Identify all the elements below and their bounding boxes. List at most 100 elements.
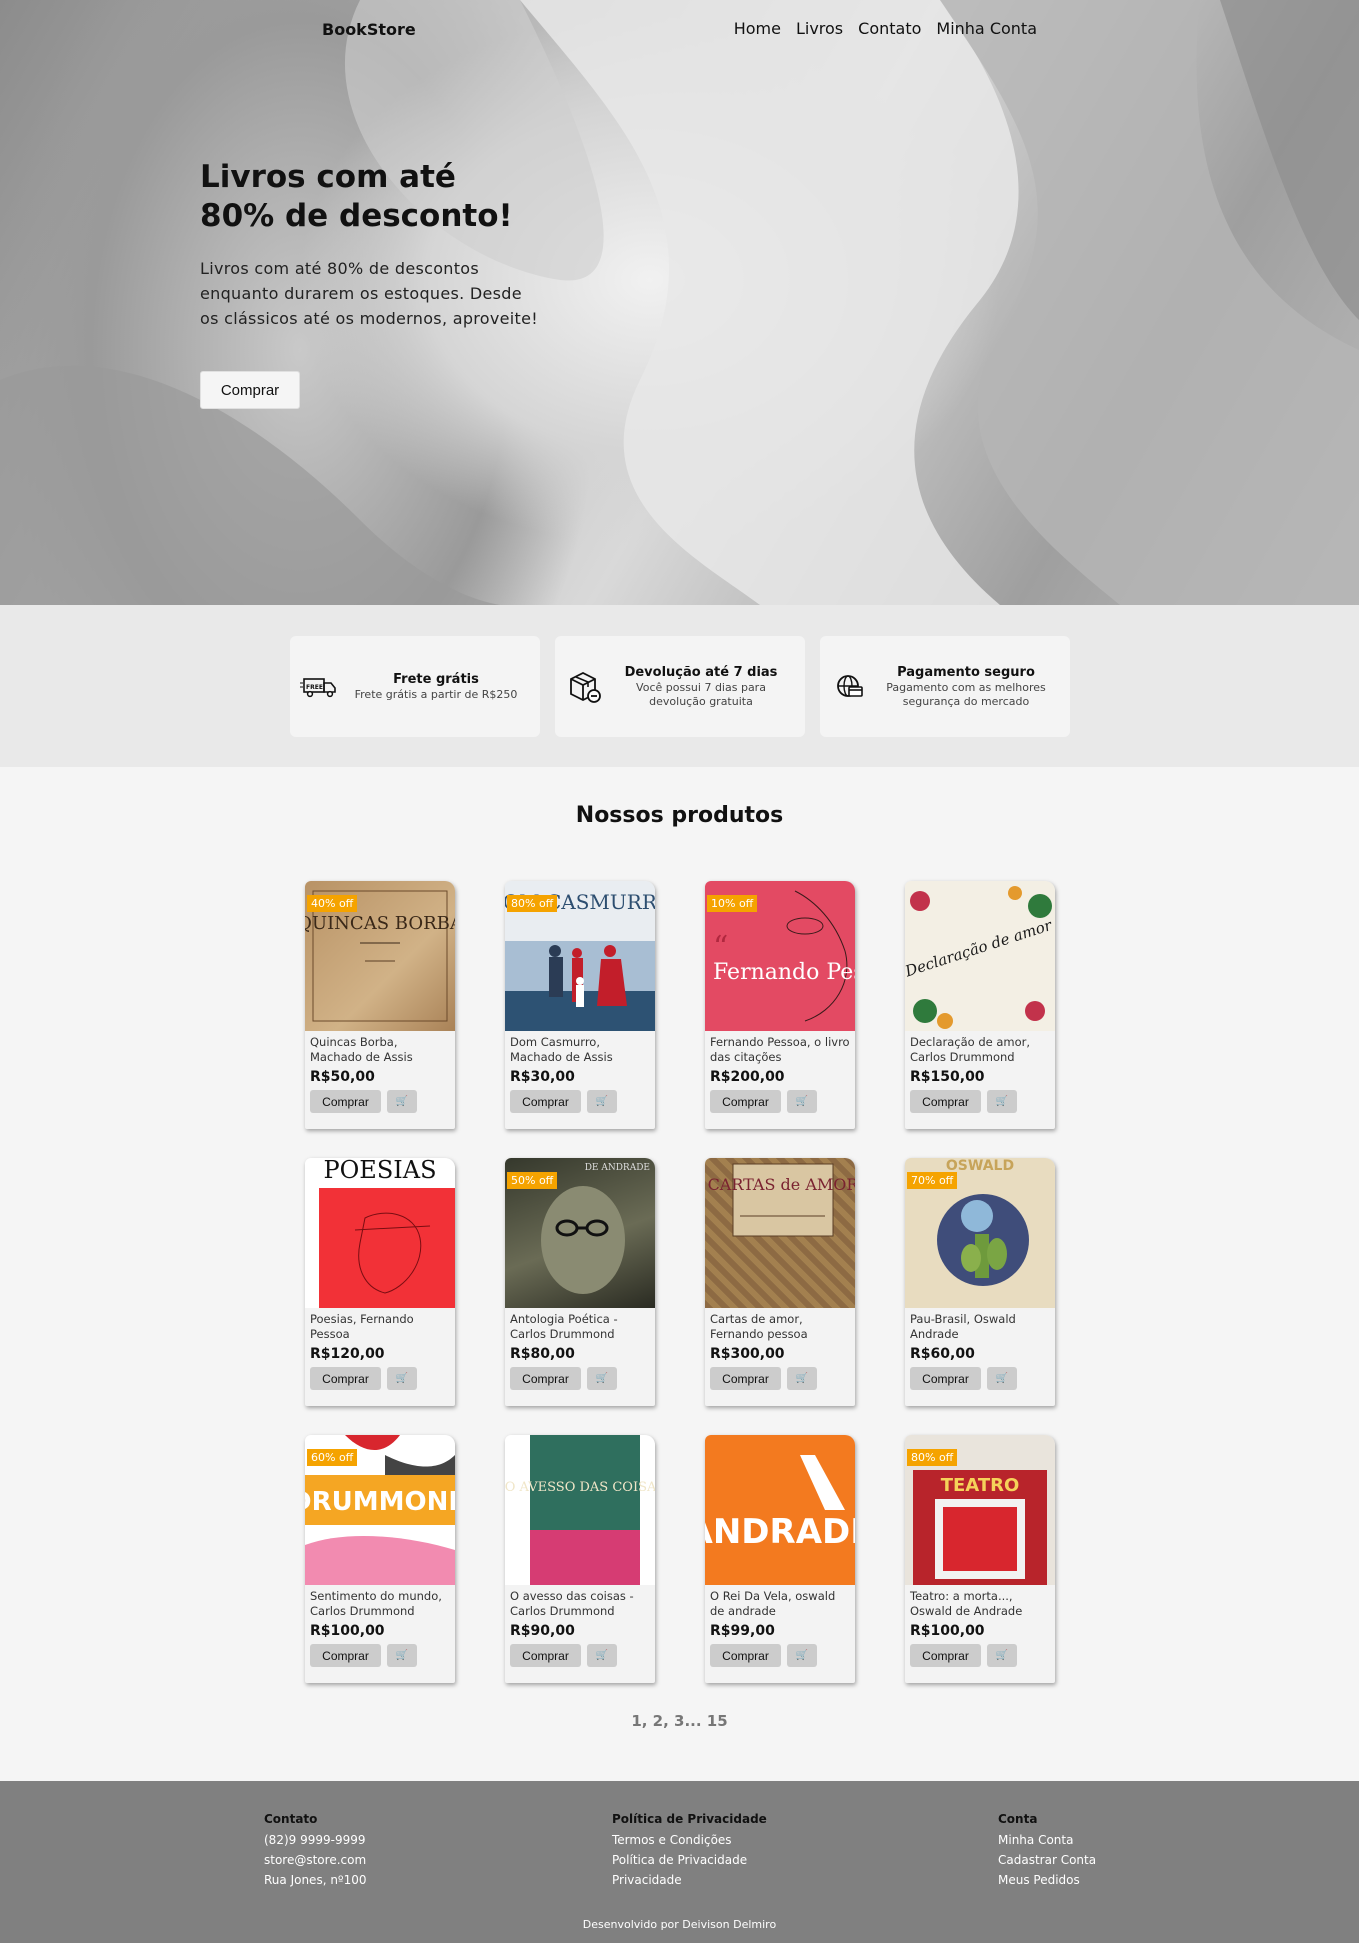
- footer-link-my-account[interactable]: Minha Conta: [998, 1830, 1096, 1850]
- product-card[interactable]: DRUMMOND 60% off Sentimento do mundo, Ca…: [305, 1435, 455, 1683]
- product-card[interactable]: Declaração de amor Declaração de amor, C…: [905, 881, 1055, 1129]
- hero-description: Livros com até 80% de descontos enquanto…: [200, 259, 538, 328]
- discount-badge: 70% off: [907, 1172, 958, 1189]
- book-cover-image[interactable]: ANDRADE: [705, 1435, 855, 1585]
- buy-button[interactable]: Comprar: [910, 1367, 981, 1390]
- cover-title: DE ANDRADE: [585, 1163, 650, 1173]
- footer-phone: (82)9 9999-9999: [264, 1833, 366, 1847]
- product-card[interactable]: TEATRO 80% off Teatro: a morta..., Oswal…: [905, 1435, 1055, 1683]
- buy-button[interactable]: Comprar: [710, 1367, 781, 1390]
- buy-button[interactable]: Comprar: [510, 1367, 581, 1390]
- product-name: Poesias, Fernando Pessoa: [310, 1312, 414, 1341]
- product-card[interactable]: POESIAS Poesias, Fernando Pessoa R$120,0…: [305, 1158, 455, 1406]
- product-card[interactable]: ANDRADE O Rei Da Vela, oswald de andrade…: [705, 1435, 855, 1683]
- product-name: Pau-Brasil, Oswald Andrade: [910, 1312, 1016, 1341]
- product-price: R$200,00: [710, 1069, 785, 1085]
- product-card[interactable]: DOM CASMURRO 80% off Dom Casmurro, Macha…: [505, 881, 655, 1129]
- book-cover-image[interactable]: QUINCAS BORBA 40% off: [305, 881, 455, 1031]
- add-to-cart-icon[interactable]: 🛒: [387, 1090, 417, 1113]
- product-name: Quincas Borba, Machado de Assis: [310, 1035, 413, 1064]
- feature-description: Pagamento com as melhores segurança do m…: [886, 680, 1046, 708]
- buy-button[interactable]: Comprar: [910, 1090, 981, 1113]
- buy-button[interactable]: Comprar: [710, 1090, 781, 1113]
- add-to-cart-icon[interactable]: 🛒: [987, 1644, 1017, 1667]
- feature-title: Frete grátis: [393, 671, 479, 687]
- book-cover-image[interactable]: TEATRO 80% off: [905, 1435, 1055, 1585]
- add-to-cart-icon[interactable]: 🛒: [387, 1367, 417, 1390]
- buy-button[interactable]: Comprar: [310, 1090, 381, 1113]
- buy-button[interactable]: Comprar: [510, 1090, 581, 1113]
- product-name: Dom Casmurro, Machado de Assis: [510, 1035, 613, 1064]
- buy-button[interactable]: Comprar: [910, 1644, 981, 1667]
- hero-buy-button[interactable]: Comprar: [200, 371, 300, 409]
- footer-email[interactable]: store@store.com: [264, 1850, 367, 1870]
- book-cover-image[interactable]: CARTAS de AMOR: [705, 1158, 855, 1308]
- product-card[interactable]: QUINCAS BORBA 40% off Quincas Borba, Mac…: [305, 881, 455, 1129]
- discount-badge: 50% off: [507, 1172, 558, 1189]
- product-name: Teatro: a morta..., Oswald de Andrade: [910, 1589, 1023, 1618]
- book-cover-image[interactable]: DRUMMOND 60% off: [305, 1435, 455, 1585]
- buy-button[interactable]: Comprar: [310, 1644, 381, 1667]
- feature-title: Devolução até 7 dias: [624, 664, 778, 680]
- footer-link-register[interactable]: Cadastrar Conta: [998, 1850, 1096, 1870]
- product-card[interactable]: O AVESSO DAS COISAS O avesso das coisas …: [505, 1435, 655, 1683]
- footer-credit: Desenvolvido por Deivison Delmiro: [582, 1918, 777, 1931]
- buy-button[interactable]: Comprar: [710, 1644, 781, 1667]
- footer-link-privacy-policy[interactable]: Política de Privacidade: [612, 1850, 767, 1870]
- discount-badge: 60% off: [307, 1449, 358, 1466]
- product-price: R$30,00: [510, 1069, 575, 1085]
- hero-banner: BookStore Home Livros Contato Minha Cont…: [0, 0, 1359, 605]
- book-cover-image[interactable]: O AVESSO DAS COISAS: [505, 1435, 655, 1585]
- footer-privacy-column: Política de Privacidade Termos e Condiçõ…: [612, 1812, 767, 1890]
- discount-badge: 80% off: [907, 1449, 958, 1466]
- discount-badge: 80% off: [507, 895, 558, 912]
- add-to-cart-icon[interactable]: 🛒: [787, 1367, 817, 1390]
- product-price: R$150,00: [910, 1069, 985, 1085]
- add-to-cart-icon[interactable]: 🛒: [787, 1090, 817, 1113]
- product-card[interactable]: CARTAS de AMOR Cartas de amor, Fernando …: [705, 1158, 855, 1406]
- book-cover-image[interactable]: Declaração de amor: [905, 881, 1055, 1031]
- add-to-cart-icon[interactable]: 🛒: [587, 1367, 617, 1390]
- add-to-cart-icon[interactable]: 🛒: [787, 1644, 817, 1667]
- cover-title: POESIAS: [323, 1158, 436, 1184]
- product-price: R$90,00: [510, 1623, 575, 1639]
- footer-column-title: Política de Privacidade: [612, 1812, 767, 1826]
- main-menu: Home Livros Contato Minha Conta: [734, 19, 1037, 38]
- nav-books-link[interactable]: Livros: [796, 19, 843, 38]
- buy-button[interactable]: Comprar: [310, 1367, 381, 1390]
- add-to-cart-icon[interactable]: 🛒: [387, 1644, 417, 1667]
- product-name: Fernando Pessoa, o livro das citações: [710, 1035, 850, 1064]
- nav-home-link[interactable]: Home: [734, 19, 781, 38]
- product-name: Sentimento do mundo, Carlos Drummond: [310, 1589, 442, 1618]
- book-cover-image[interactable]: POESIAS: [305, 1158, 455, 1308]
- products-title: Nossos produtos: [575, 803, 784, 828]
- feature-secure-payment: Pagamento seguro Pagamento com as melhor…: [820, 636, 1070, 737]
- product-name: Cartas de amor, Fernando pessoa: [710, 1312, 808, 1341]
- book-cover-image[interactable]: OSWALD 70% off: [905, 1158, 1055, 1308]
- add-to-cart-icon[interactable]: 🛒: [987, 1090, 1017, 1113]
- footer-link-orders[interactable]: Meus Pedidos: [998, 1870, 1096, 1890]
- book-cover-image[interactable]: DE ANDRADE 50% off: [505, 1158, 655, 1308]
- secure-payment-icon: [828, 673, 872, 701]
- nav-account-link[interactable]: Minha Conta: [936, 19, 1037, 38]
- nav-contact-link[interactable]: Contato: [858, 19, 921, 38]
- product-price: R$300,00: [710, 1346, 785, 1362]
- add-to-cart-icon[interactable]: 🛒: [987, 1367, 1017, 1390]
- product-price: R$100,00: [910, 1623, 985, 1639]
- book-cover-image[interactable]: Fernando Pessoa “ 10% off: [705, 881, 855, 1031]
- add-to-cart-icon[interactable]: 🛒: [587, 1644, 617, 1667]
- brand-logo[interactable]: BookStore: [322, 20, 416, 39]
- product-price: R$50,00: [310, 1069, 375, 1085]
- discount-badge: 10% off: [707, 895, 758, 912]
- product-card[interactable]: OSWALD 70% off Pau-Brasil, Oswald Andrad…: [905, 1158, 1055, 1406]
- footer-link-privacy[interactable]: Privacidade: [612, 1870, 767, 1890]
- footer-link-terms[interactable]: Termos e Condições: [612, 1830, 767, 1850]
- product-card[interactable]: DE ANDRADE 50% off Antologia Poética - C…: [505, 1158, 655, 1406]
- feature-description: Você possui 7 dias para devolução gratui…: [636, 680, 766, 708]
- pagination[interactable]: 1, 2, 3... 15: [0, 1712, 1359, 1730]
- product-card[interactable]: Fernando Pessoa “ 10% off Fernando Pesso…: [705, 881, 855, 1129]
- book-cover-image[interactable]: DOM CASMURRO 80% off: [505, 881, 655, 1031]
- cover-title: Fernando Pessoa: [713, 960, 855, 985]
- add-to-cart-icon[interactable]: 🛒: [587, 1090, 617, 1113]
- buy-button[interactable]: Comprar: [510, 1644, 581, 1667]
